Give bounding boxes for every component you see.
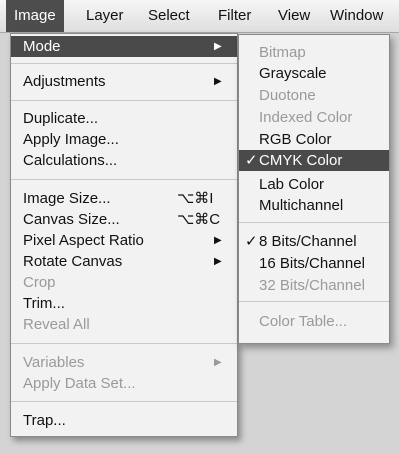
menu-item-mode[interactable]: Mode ▶ bbox=[11, 36, 237, 57]
submenu-item-cmyk-color[interactable]: ✓ CMYK Color bbox=[239, 150, 389, 171]
shortcut-label: ⌥⌘C bbox=[177, 211, 221, 228]
submenu-item-label: 8 Bits/Channel bbox=[259, 233, 357, 250]
menu-item-label: Image Size... bbox=[23, 190, 111, 207]
menu-item-label: Calculations... bbox=[23, 152, 118, 169]
mode-submenu: Bitmap Grayscale Duotone Indexed Color R… bbox=[238, 34, 390, 344]
submenu-item-label: Bitmap bbox=[259, 44, 306, 61]
menu-bar: Image Layer Select Filter View Window bbox=[0, 0, 399, 33]
menu-item-label: Variables bbox=[23, 354, 85, 371]
shortcut-label: ⌥⌘I bbox=[177, 190, 214, 207]
submenu-item-label: Multichannel bbox=[259, 197, 344, 214]
submenu-arrow-icon: ▶ bbox=[214, 41, 222, 52]
menu-item-adjustments[interactable]: Adjustments ▶ bbox=[11, 71, 237, 92]
submenu-item-label: 32 Bits/Channel bbox=[259, 277, 365, 294]
submenu-item-label: Grayscale bbox=[259, 65, 327, 82]
submenu-item-label: 16 Bits/Channel bbox=[259, 255, 365, 272]
menu-item-apply-image[interactable]: Apply Image... bbox=[11, 129, 237, 150]
menu-item-label: Mode bbox=[23, 38, 61, 55]
menu-item-canvas-size[interactable]: Canvas Size... ⌥⌘C bbox=[11, 209, 237, 230]
menu-item-label: Duplicate... bbox=[23, 110, 99, 127]
separator bbox=[11, 63, 237, 64]
menu-item-label: Trim... bbox=[23, 295, 65, 312]
submenu-arrow-icon: ▶ bbox=[214, 76, 222, 87]
separator bbox=[239, 222, 389, 223]
menu-item-reveal-all: Reveal All bbox=[11, 314, 237, 335]
menu-item-label: Rotate Canvas bbox=[23, 253, 123, 270]
menubar-layer[interactable]: Layer bbox=[78, 0, 132, 32]
submenu-item-8-bits[interactable]: ✓ 8 Bits/Channel bbox=[239, 231, 389, 252]
submenu-item-label: Color Table... bbox=[259, 313, 348, 330]
submenu-item-bitmap: Bitmap bbox=[239, 42, 389, 63]
submenu-item-label: CMYK Color bbox=[259, 152, 343, 169]
menu-item-label: Canvas Size... bbox=[23, 211, 120, 228]
menu-item-variables: Variables ▶ bbox=[11, 352, 237, 373]
menubar-view[interactable]: View bbox=[270, 0, 318, 32]
menu-item-label: Adjustments bbox=[23, 73, 106, 90]
submenu-item-label: Lab Color bbox=[259, 176, 325, 193]
menu-item-calculations[interactable]: Calculations... bbox=[11, 150, 237, 171]
menubar-filter[interactable]: Filter bbox=[210, 0, 259, 32]
submenu-arrow-icon: ▶ bbox=[214, 256, 222, 267]
menubar-window[interactable]: Window bbox=[322, 0, 391, 32]
submenu-item-grayscale[interactable]: Grayscale bbox=[239, 63, 389, 84]
submenu-arrow-icon: ▶ bbox=[214, 235, 222, 246]
menu-item-label: Apply Data Set... bbox=[23, 375, 136, 392]
image-menu: Mode ▶ Adjustments ▶ Duplicate... Apply … bbox=[10, 33, 238, 437]
menu-item-apply-data-set: Apply Data Set... bbox=[11, 373, 237, 394]
submenu-item-indexed-color: Indexed Color bbox=[239, 107, 389, 128]
menu-item-crop: Crop bbox=[11, 272, 237, 293]
checkmark-icon: ✓ bbox=[245, 233, 258, 250]
menu-item-label: Apply Image... bbox=[23, 131, 119, 148]
menubar-select[interactable]: Select bbox=[140, 0, 198, 32]
menu-item-trim[interactable]: Trim... bbox=[11, 293, 237, 314]
menu-item-label: Reveal All bbox=[23, 316, 90, 333]
menu-item-duplicate[interactable]: Duplicate... bbox=[11, 108, 237, 129]
submenu-item-label: RGB Color bbox=[259, 131, 332, 148]
separator bbox=[11, 343, 237, 344]
menu-item-pixel-aspect-ratio[interactable]: Pixel Aspect Ratio ▶ bbox=[11, 230, 237, 251]
separator bbox=[11, 179, 237, 180]
submenu-arrow-icon: ▶ bbox=[214, 357, 222, 368]
submenu-item-lab-color[interactable]: Lab Color bbox=[239, 174, 389, 195]
submenu-item-32-bits: 32 Bits/Channel bbox=[239, 275, 389, 296]
menubar-image[interactable]: Image bbox=[6, 0, 64, 32]
menu-item-rotate-canvas[interactable]: Rotate Canvas ▶ bbox=[11, 251, 237, 272]
menu-item-image-size[interactable]: Image Size... ⌥⌘I bbox=[11, 188, 237, 209]
checkmark-icon: ✓ bbox=[245, 152, 258, 169]
menu-item-label: Pixel Aspect Ratio bbox=[23, 232, 144, 249]
menu-item-label: Trap... bbox=[23, 412, 66, 429]
separator bbox=[239, 301, 389, 302]
submenu-item-label: Duotone bbox=[259, 87, 316, 104]
submenu-item-label: Indexed Color bbox=[259, 109, 353, 126]
menu-item-label: Crop bbox=[23, 274, 56, 291]
submenu-item-rgb-color[interactable]: RGB Color bbox=[239, 129, 389, 150]
separator bbox=[11, 401, 237, 402]
submenu-item-multichannel[interactable]: Multichannel bbox=[239, 195, 389, 216]
submenu-item-duotone: Duotone bbox=[239, 85, 389, 106]
separator bbox=[11, 100, 237, 101]
submenu-item-16-bits[interactable]: 16 Bits/Channel bbox=[239, 253, 389, 274]
submenu-item-color-table: Color Table... bbox=[239, 311, 389, 332]
menu-item-trap[interactable]: Trap... bbox=[11, 410, 237, 431]
